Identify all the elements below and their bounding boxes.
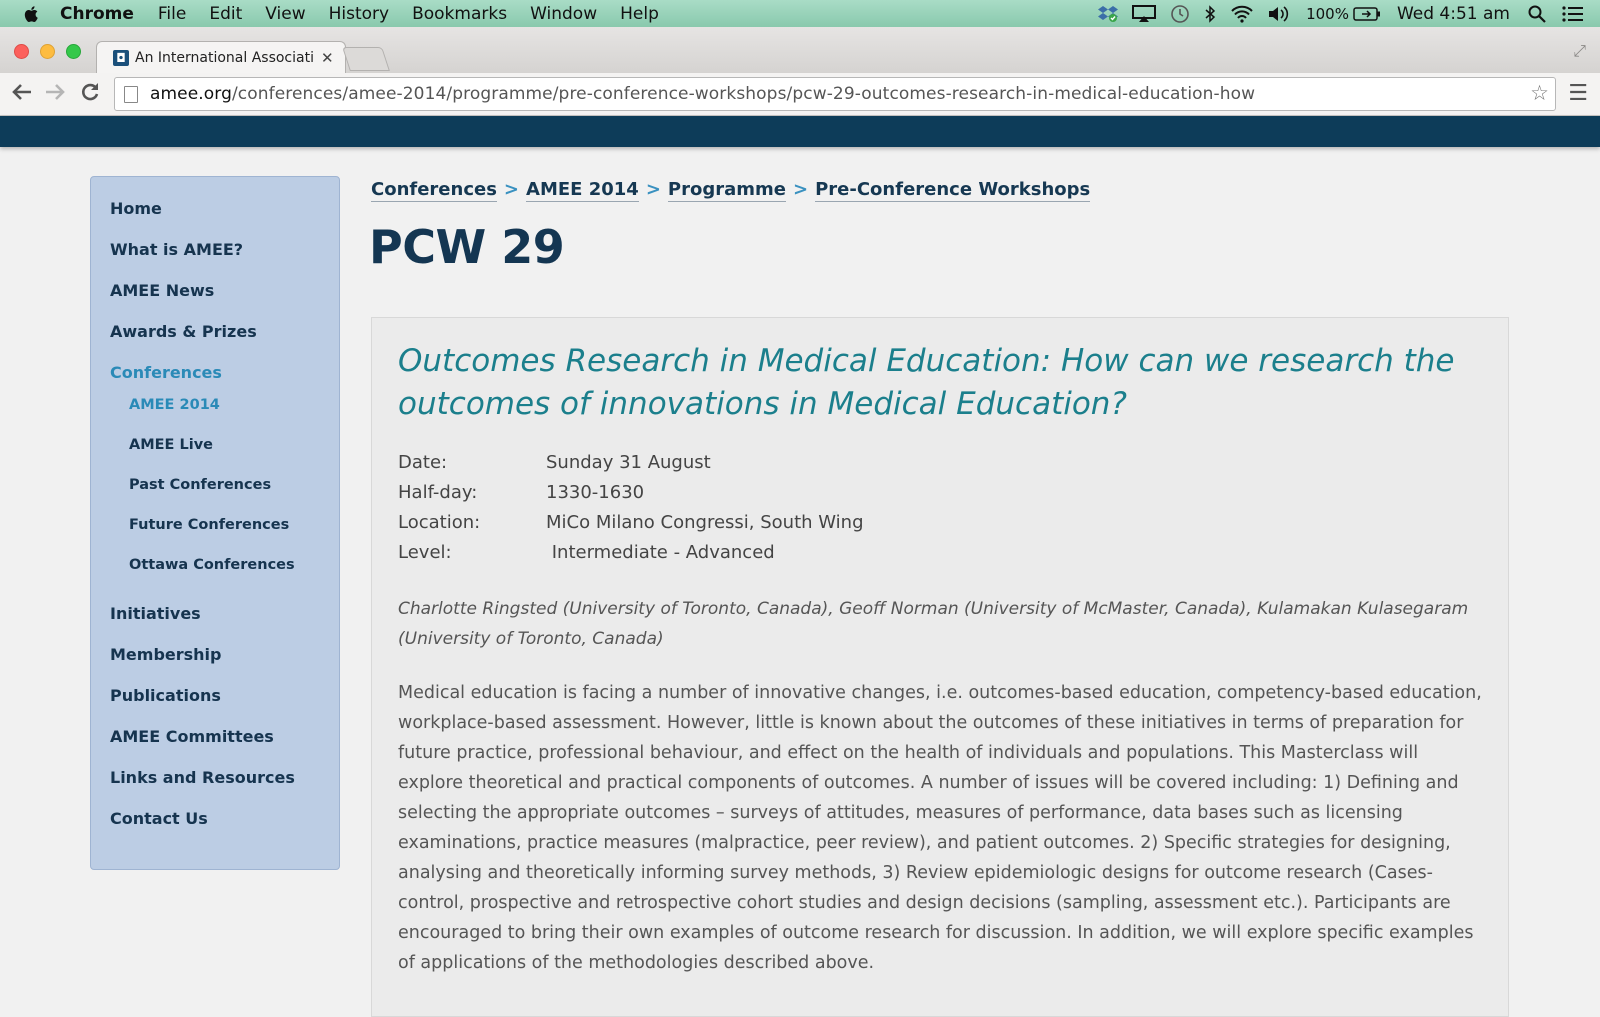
address-bar[interactable]: amee.org/conferences/amee-2014/programme…	[114, 77, 1556, 111]
sidebar-item-home[interactable]: Home	[110, 199, 162, 218]
chrome-tab-strip: ◘ An International Associatio ✕ ⤢	[0, 27, 1600, 74]
workshop-description: Medical education is facing a number of …	[398, 683, 1482, 973]
time-machine-icon[interactable]	[1170, 4, 1190, 24]
sidebar-subitem-future-conferences[interactable]: Future Conferences	[129, 517, 289, 533]
status-area: 100% Wed 4:51 am	[1084, 0, 1600, 27]
url-text[interactable]: amee.org/conferences/amee-2014/programme…	[150, 84, 1255, 104]
breadcrumb-conferences[interactable]: Conferences	[371, 179, 497, 202]
meta-date: Date: Sunday 31 August	[398, 452, 711, 473]
chrome-toolbar: amee.org/conferences/amee-2014/programme…	[0, 73, 1600, 116]
menu-edit[interactable]: Edit	[209, 4, 242, 24]
breadcrumb-programme[interactable]: Programme	[667, 179, 786, 202]
mac-menu-bar: Chrome File Edit View History Bookmarks …	[0, 0, 1600, 27]
page-icon	[124, 85, 138, 103]
meta-value: MiCo Milano Congressi, South Wing	[546, 512, 864, 533]
sidebar-item-awards-prizes[interactable]: Awards & Prizes	[110, 322, 257, 341]
fullscreen-icon[interactable]: ⤢	[1573, 41, 1586, 61]
workshop-authors: Charlotte Ringsted (University of Toront…	[398, 599, 1469, 649]
volume-icon[interactable]	[1268, 5, 1290, 23]
breadcrumb-separator: >	[793, 179, 809, 200]
close-window-button[interactable]	[14, 44, 29, 59]
meta-location: Location: MiCo Milano Congressi, South Wi…	[398, 512, 864, 533]
window-controls	[14, 44, 92, 59]
sidebar-subitem-amee-live[interactable]: AMEE Live	[129, 437, 213, 453]
meta-level: Level: Intermediate - Advanced	[398, 542, 775, 563]
sidebar-item-amee-news[interactable]: AMEE News	[110, 281, 214, 300]
url-host: amee.org	[150, 84, 232, 104]
apple-icon[interactable]	[22, 4, 42, 24]
meta-value: Intermediate - Advanced	[546, 542, 775, 563]
notification-center-icon[interactable]	[1562, 5, 1584, 23]
breadcrumb-separator: >	[503, 179, 520, 200]
zoom-window-button[interactable]	[66, 44, 81, 59]
airplay-icon[interactable]	[1132, 4, 1157, 23]
amee-favicon-icon: ◘	[113, 50, 129, 66]
sidebar-subitem-past-conferences[interactable]: Past Conferences	[129, 477, 271, 493]
dropbox-icon[interactable]	[1098, 5, 1119, 23]
minimize-window-button[interactable]	[40, 44, 55, 59]
breadcrumb-pre-conference-workshops[interactable]: Pre-Conference Workshops	[815, 179, 1091, 202]
menubar-clock[interactable]: Wed 4:51 am	[1397, 4, 1510, 24]
tab-title: An International Associatio	[135, 50, 313, 66]
site-header-bar	[0, 116, 1600, 147]
active-tab[interactable]: ◘ An International Associatio ✕	[96, 41, 346, 74]
sidebar-subitem-ottawa-conferences[interactable]: Ottawa Conferences	[129, 557, 295, 573]
new-tab-button[interactable]	[342, 47, 390, 71]
meta-value: 1330-1630	[546, 482, 645, 503]
chrome-menu-icon[interactable]: ☰	[1568, 81, 1588, 106]
meta-label: Date:	[398, 452, 448, 473]
sidebar-item-publications[interactable]: Publications	[110, 686, 221, 705]
menu-file[interactable]: File	[158, 4, 186, 24]
menu-app-name[interactable]: Chrome	[60, 4, 134, 24]
sidebar-item-membership[interactable]: Membership	[110, 645, 222, 664]
breadcrumb-separator: >	[645, 179, 661, 200]
battery-percentage: 100%	[1306, 4, 1349, 23]
breadcrumb: Conferences > AMEE 2014 > Programme > Pre-Conf…	[371, 179, 1091, 202]
reload-icon[interactable]	[80, 81, 100, 108]
menu-history[interactable]: History	[329, 4, 389, 24]
battery-icon[interactable]	[1353, 6, 1381, 22]
forward-arrow-icon[interactable]	[44, 81, 66, 108]
url-path: /conferences/amee-2014/programme/pre-con…	[231, 84, 1256, 104]
sidebar-item-contact-us[interactable]: Contact Us	[110, 809, 208, 828]
menu-bookmarks[interactable]: Bookmarks	[412, 4, 507, 24]
meta-value: Sunday 31 August	[546, 452, 711, 473]
bookmark-star-icon[interactable]: ☆	[1530, 81, 1549, 105]
bluetooth-icon[interactable]	[1204, 4, 1216, 23]
sidebar-subitem-amee-2014[interactable]: AMEE 2014	[129, 397, 220, 413]
meta-half-day: Half-day: 1330-1630	[398, 482, 644, 503]
page-title: PCW 29	[369, 220, 565, 274]
tab-close-icon[interactable]: ✕	[321, 49, 334, 67]
meta-label: Level:	[398, 542, 452, 563]
workshop-title: Outcomes Research in Medical Education: …	[398, 343, 1455, 422]
meta-label: Half-day:	[398, 482, 478, 503]
menu-window[interactable]: Window	[530, 4, 597, 24]
sidebar-item-links-resources[interactable]: Links and Resources	[110, 768, 295, 787]
sidebar-item-conferences[interactable]: Conferences	[110, 363, 222, 382]
sidebar-nav: Home What is AMEE? AMEE News Awards & Pr…	[90, 176, 340, 870]
meta-label: Location:	[398, 512, 481, 533]
sidebar-item-initiatives[interactable]: Initiatives	[110, 604, 201, 623]
back-arrow-icon[interactable]	[11, 81, 33, 108]
wifi-icon[interactable]	[1230, 5, 1254, 23]
breadcrumb-amee-2014[interactable]: AMEE 2014	[526, 179, 639, 202]
sidebar-item-amee-committees[interactable]: AMEE Committees	[110, 727, 274, 746]
menu-help[interactable]: Help	[620, 4, 659, 24]
menu-view[interactable]: View	[265, 4, 305, 24]
sidebar-item-what-is-amee[interactable]: What is AMEE?	[110, 240, 243, 259]
spotlight-search-icon[interactable]	[1528, 5, 1546, 23]
